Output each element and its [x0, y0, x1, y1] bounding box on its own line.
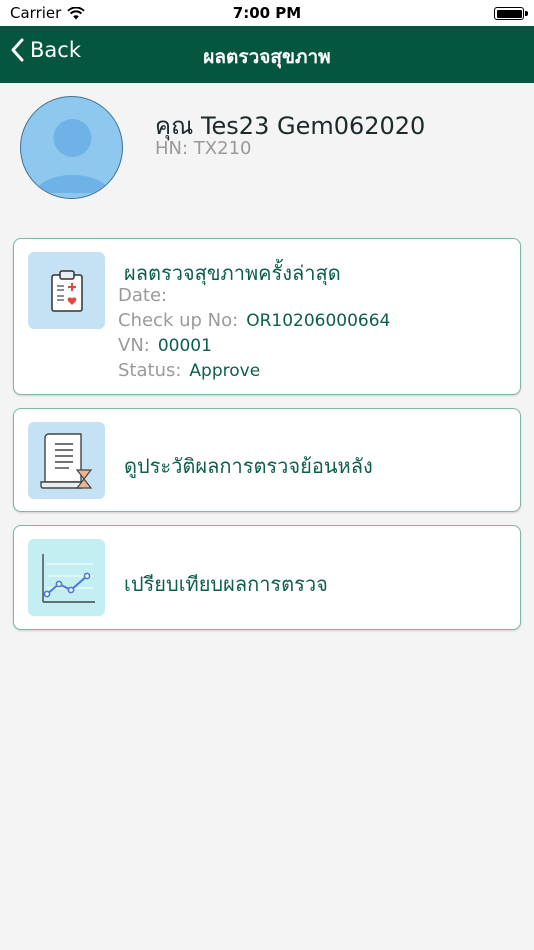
checkup-no-row: Check up No: OR10206000664	[118, 310, 390, 331]
avatar	[20, 96, 123, 199]
clipboard-medical-icon	[28, 252, 105, 329]
checkup-no-label: Check up No:	[118, 310, 239, 331]
checkup-history-label: ดูประวัติผลการตรวจย้อนหลัง	[124, 454, 373, 478]
vn-row: VN: 00001	[118, 335, 212, 356]
status-value: Approve	[189, 361, 261, 381]
status-label: Status:	[118, 360, 182, 381]
line-chart-icon	[28, 539, 105, 616]
profile-header: คุณ Tes23 Gem062020 HN: TX210	[20, 96, 520, 200]
status-bar: Carrier 7:00 PM	[0, 0, 534, 26]
status-time: 7:00 PM	[232, 4, 302, 22]
page-title: ผลตรวจสุขภาพ	[203, 46, 331, 68]
date-label: Date:	[118, 285, 168, 306]
compare-results-card[interactable]: เปรียบเทียบผลการตรวจ	[13, 525, 521, 630]
checkup-no-value: OR10206000664	[246, 311, 391, 331]
user-placeholder-icon	[35, 119, 110, 193]
hospital-number: HN: TX210	[155, 138, 252, 159]
compare-results-label: เปรียบเทียบผลการตรวจ	[124, 572, 328, 596]
vn-label: VN:	[118, 335, 150, 356]
status-row: Status: Approve	[118, 360, 260, 381]
navigation-bar: Back ผลตรวจสุขภาพ	[0, 26, 534, 83]
vn-value: 00001	[157, 336, 212, 356]
checkup-history-card[interactable]: ดูประวัติผลการตรวจย้อนหลัง	[13, 408, 521, 512]
document-hourglass-icon	[28, 422, 105, 499]
battery-icon	[494, 7, 528, 20]
latest-checkup-card[interactable]: ผลตรวจสุขภาพครั้งล่าสุด Date: Check up N…	[13, 238, 521, 395]
date-row: Date:	[118, 285, 175, 306]
